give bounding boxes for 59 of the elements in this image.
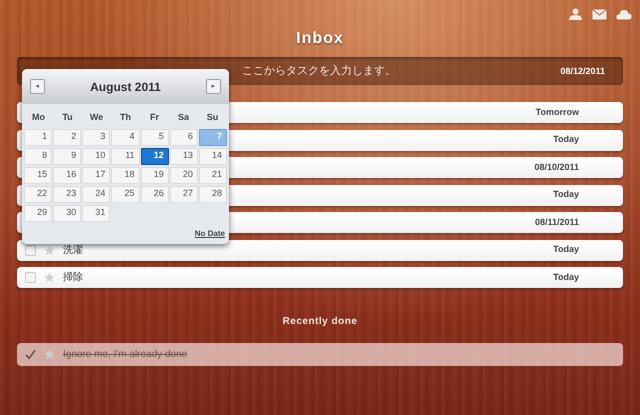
calendar-day[interactable]: 4 (111, 128, 140, 146)
task-title: Ignore me, I'm already done (63, 348, 188, 362)
calendar-day[interactable]: 21 (198, 166, 227, 184)
task-title: 掃除 (63, 271, 83, 285)
calendar-day[interactable]: 29 (24, 204, 52, 222)
calendar-day[interactable]: 2 (53, 128, 82, 146)
calendar-day[interactable]: 14 (198, 148, 227, 164)
calendar-day[interactable]: 6 (170, 128, 198, 146)
calendar-day[interactable]: 11 (111, 148, 140, 164)
task-title: 洗濯 (63, 244, 83, 258)
calendar-day[interactable]: 24 (82, 186, 110, 202)
weekday-label: Tu (61, 111, 74, 124)
due-date: Today (553, 133, 579, 146)
weekday-label: Fr (149, 111, 160, 124)
due-date: Today (553, 188, 579, 202)
weekday-label: We (88, 111, 104, 124)
calendar-day[interactable]: 1 (24, 128, 52, 146)
calendar-day[interactable]: 22 (24, 186, 52, 202)
due-date: Today (553, 243, 579, 256)
due-date: 08/12/2011 (560, 65, 605, 78)
weekday-label: Su (206, 111, 220, 124)
mail-icon[interactable] (592, 9, 607, 20)
page-title: Inbox (296, 29, 344, 49)
calendar-day[interactable]: 31 (82, 204, 110, 222)
checkbox[interactable] (25, 349, 36, 360)
calendar-day[interactable]: 20 (170, 166, 198, 184)
calendar-day[interactable]: 27 (170, 186, 198, 202)
due-date: Tomorrow (536, 106, 579, 119)
task-row[interactable]: 洗濯 Today (17, 240, 623, 260)
star-icon[interactable] (44, 244, 55, 256)
section-title: Recently done (282, 315, 358, 329)
calendar-day[interactable]: 12 (140, 148, 169, 164)
weekday-label: Th (119, 111, 132, 124)
calendar-day[interactable]: 28 (198, 186, 227, 202)
calendar-day[interactable]: 9 (53, 148, 82, 164)
calendar-day[interactable]: 23 (53, 186, 82, 202)
task-row[interactable]: 掃除 Today (17, 267, 623, 288)
due-date: 08/11/2011 (534, 216, 579, 229)
calendar-day[interactable]: 5 (140, 128, 169, 146)
calendar-day[interactable]: 17 (82, 166, 110, 184)
calendar-day[interactable]: 13 (170, 148, 198, 164)
calendar-day[interactable]: 3 (82, 128, 110, 146)
cloud-icon[interactable] (616, 9, 632, 20)
star-icon[interactable] (44, 349, 55, 360)
calendar-day[interactable]: 15 (24, 166, 52, 184)
calendar-day[interactable]: 25 (111, 186, 140, 202)
due-date: 08/10/2011 (534, 160, 579, 174)
due-date: Today (553, 270, 579, 284)
calendar-day[interactable]: 16 (53, 166, 82, 184)
calendar-day[interactable]: 18 (111, 166, 140, 184)
weekday-label: Sa (176, 111, 190, 124)
calendar-day[interactable]: 30 (53, 204, 82, 222)
star-icon[interactable] (44, 272, 55, 283)
calendar-day[interactable]: 19 (140, 166, 169, 184)
weekday-label: Mo (31, 111, 46, 124)
calendar-day[interactable]: 26 (140, 186, 169, 202)
calendar-day[interactable]: 10 (82, 148, 110, 164)
calendar-day[interactable]: 8 (24, 148, 52, 164)
person-icon[interactable] (568, 8, 583, 21)
